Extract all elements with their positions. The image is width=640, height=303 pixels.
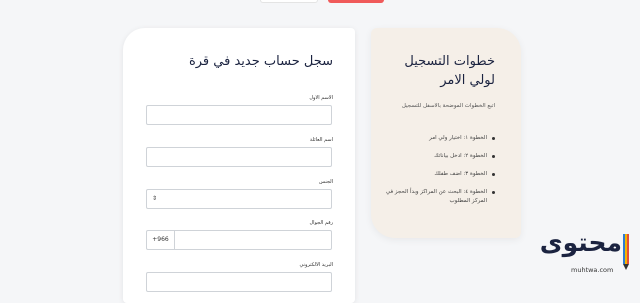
bullet-icon	[492, 173, 495, 176]
logo-text: محتوى	[539, 228, 622, 257]
step-item: الخطوة ١: اختيار ولي امر	[385, 134, 495, 143]
pencil-icon	[623, 234, 630, 270]
step-item: الخطوة ٢: ادخل بياناتك	[385, 152, 495, 161]
step-text: الخطوة ٢: ادخل بياناتك	[434, 153, 487, 159]
step-item: الخطوة ٣: اضف طفلك	[385, 170, 495, 179]
step-item: الخطوة ٤: البحث عن المراكز وبدأ الحجز في…	[385, 188, 495, 206]
step-text: الخطوة ٣: اضف طفلك	[434, 171, 487, 177]
registration-form-card: سجل حساب جديد في قرة الاسم الاول اسم الع…	[123, 28, 355, 303]
step-text: الخطوة ١: اختيار ولي امر	[429, 135, 487, 141]
bullet-icon	[492, 191, 495, 194]
step-text: الخطوة ٤: البحث عن المراكز وبدأ الحجز في…	[385, 189, 487, 204]
form-title: سجل حساب جديد في قرة	[188, 54, 333, 69]
gender-label: الجنس	[318, 179, 333, 185]
top-red-button[interactable]	[328, 0, 384, 3]
last-name-label: اسم العائلة	[309, 137, 333, 143]
logo-url: muhtwa.com	[571, 266, 614, 274]
email-label: البريد الالكتروني	[299, 262, 333, 268]
muhtwa-logo: محتوى muhtwa.com	[540, 228, 634, 278]
bullet-icon	[492, 155, 495, 158]
phone-input[interactable]: +966	[146, 230, 332, 250]
steps-intro: اتبع الخطوات الموضحة بالاسفل للتسجيل	[401, 103, 495, 109]
email-input[interactable]	[146, 272, 332, 292]
gender-select[interactable]: ⇕	[146, 189, 332, 209]
select-arrows-icon: ⇕	[152, 195, 158, 202]
last-name-input[interactable]	[146, 147, 332, 167]
phone-label: رقم الجوال	[309, 220, 333, 226]
top-white-button[interactable]	[260, 0, 318, 3]
steps-title: خطوات التسجيل لولي الامر	[404, 54, 495, 88]
bullet-icon	[492, 137, 495, 140]
first-name-input[interactable]	[146, 105, 332, 125]
country-code-prefix: +966	[147, 231, 175, 249]
registration-steps-card: خطوات التسجيل لولي الامر اتبع الخطوات ال…	[371, 28, 521, 238]
first-name-label: الاسم الاول	[309, 95, 333, 101]
